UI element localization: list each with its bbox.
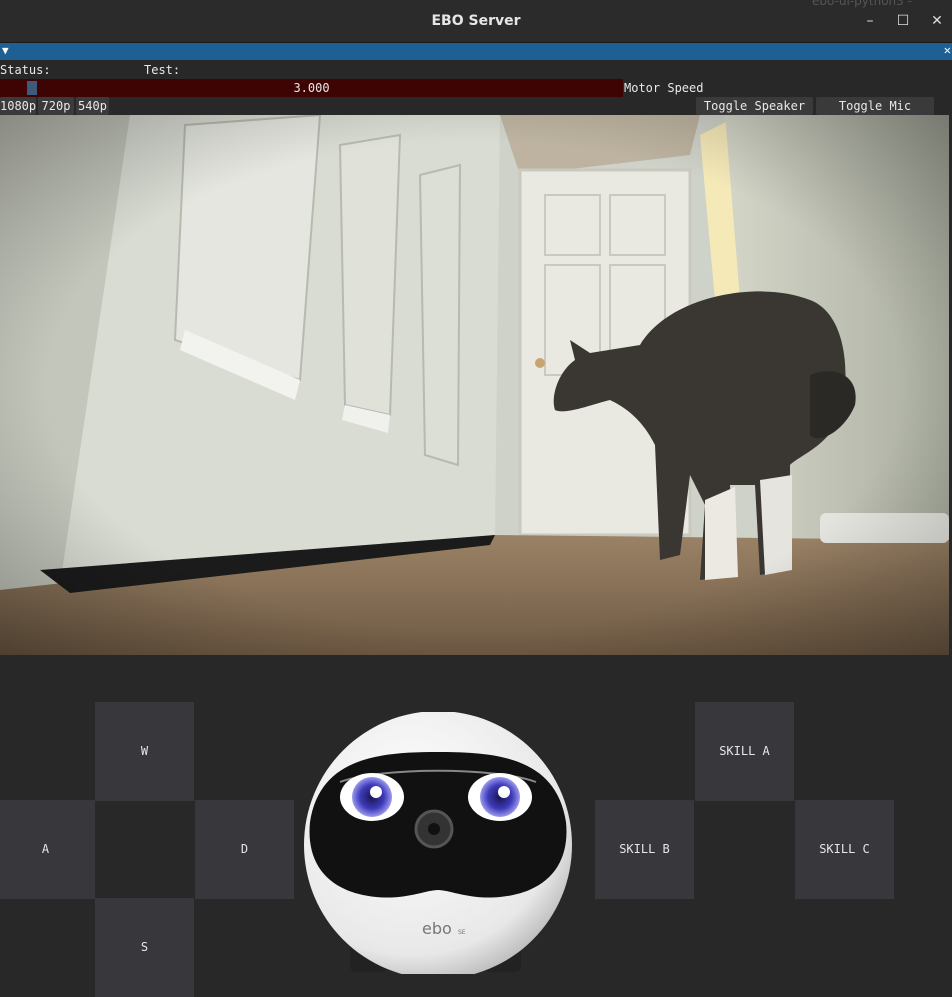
button-row: 1080p 720p 540p Toggle Speaker Toggle Mi…: [0, 97, 952, 115]
panel-header: ▼ ✕: [0, 43, 952, 60]
motor-speed-label: Motor Speed: [624, 81, 704, 95]
drive-right-button[interactable]: D: [195, 800, 294, 899]
camera-feed: [0, 115, 949, 655]
robot-model-text: SE: [458, 929, 466, 936]
status-row: Status: Test:: [0, 63, 180, 77]
res-720p-button[interactable]: 720p: [38, 97, 74, 115]
skill-b-button[interactable]: SKILL B: [595, 800, 694, 899]
window-titlebar: ebo-ui-python3 - EBO Server – ☐ ✕: [0, 0, 952, 43]
toggle-mic-button[interactable]: Toggle Mic: [816, 97, 934, 115]
maximize-button[interactable]: ☐: [893, 11, 913, 31]
motor-speed-slider[interactable]: 3.000: [0, 79, 623, 97]
test-label: Test:: [144, 63, 181, 77]
res-540p-button[interactable]: 540p: [76, 97, 109, 115]
collapse-triangle-icon[interactable]: ▼: [2, 44, 9, 57]
background-window-text: ebo-ui-python3 -: [812, 0, 912, 8]
close-icon[interactable]: ✕: [944, 43, 951, 57]
robot-brand-text: ebo: [422, 919, 452, 938]
skill-c-button[interactable]: SKILL C: [795, 800, 894, 899]
left-eye: [340, 773, 404, 821]
right-eye: [468, 773, 532, 821]
motor-speed-value: 3.000: [293, 81, 330, 95]
close-window-button[interactable]: ✕: [927, 11, 947, 31]
camera-frame-image: [0, 115, 949, 655]
status-label: Status:: [0, 63, 51, 77]
minimize-button[interactable]: –: [860, 11, 880, 31]
toggle-speaker-button[interactable]: Toggle Speaker: [696, 97, 813, 115]
drive-left-button[interactable]: A: [0, 800, 95, 899]
drive-up-button[interactable]: W: [95, 702, 194, 801]
ebo-robot-image: ebo SE: [304, 712, 572, 974]
drive-down-button[interactable]: S: [95, 898, 194, 997]
window-title: EBO Server: [431, 13, 521, 29]
res-1080p-button[interactable]: 1080p: [0, 97, 36, 115]
skill-a-button[interactable]: SKILL A: [695, 702, 794, 801]
